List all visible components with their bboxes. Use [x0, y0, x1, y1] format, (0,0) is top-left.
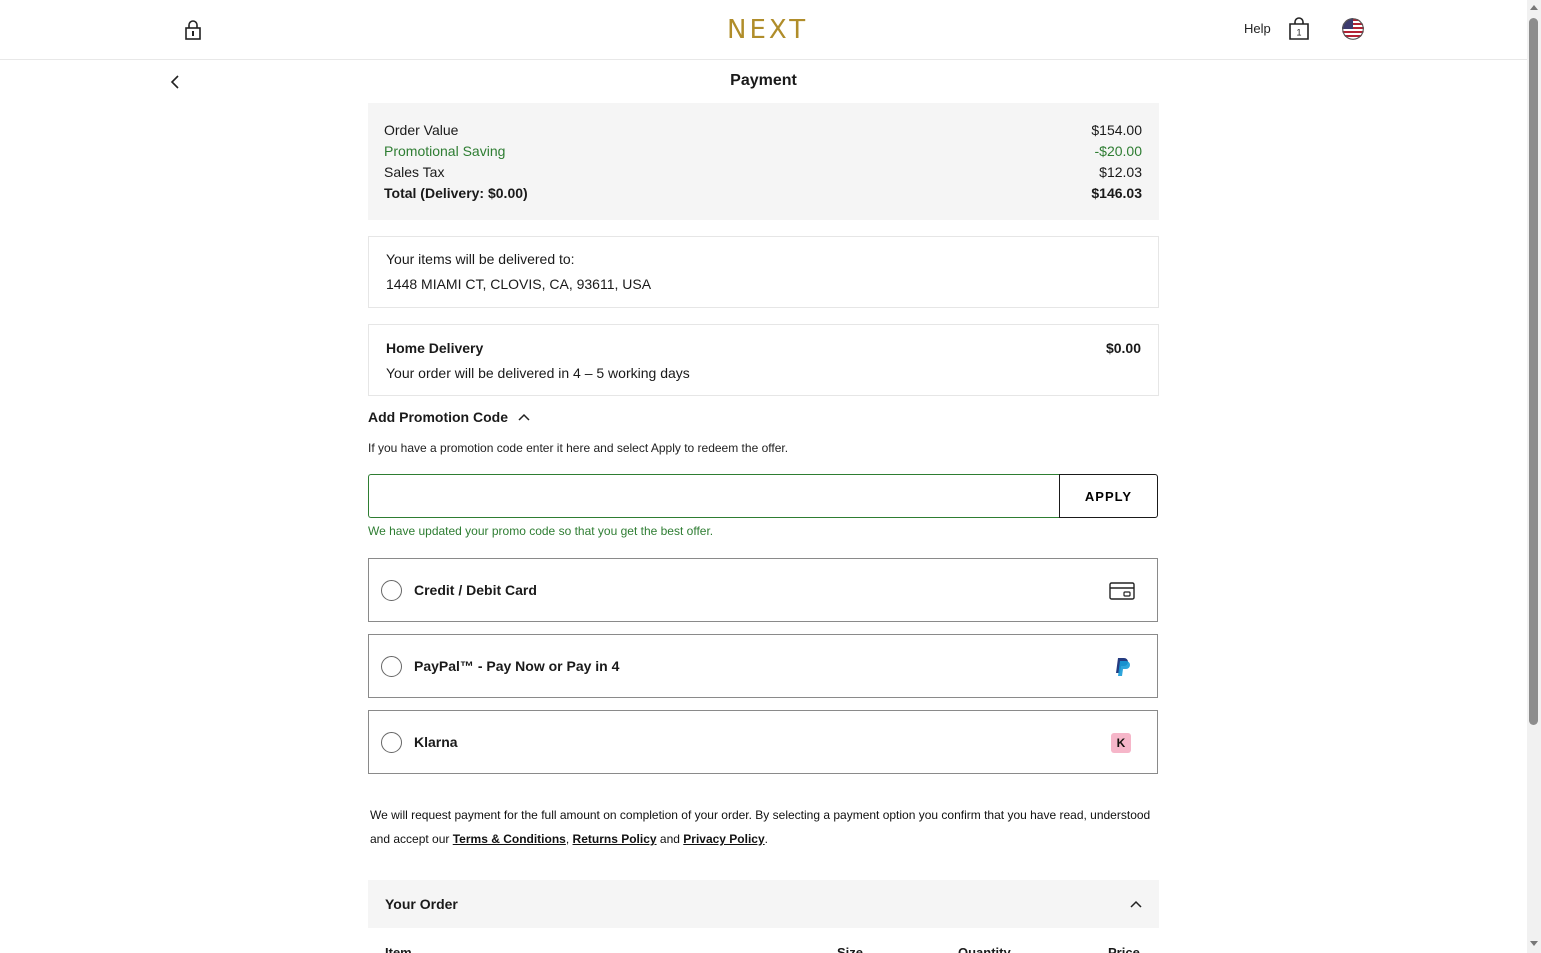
column-header-item: Item	[385, 945, 412, 953]
privacy-policy-link[interactable]: Privacy Policy	[683, 832, 764, 846]
page-title: Payment	[730, 72, 797, 89]
chevron-up-icon	[1130, 900, 1142, 908]
payment-option-klarna[interactable]: Klarna K	[368, 710, 1158, 774]
paypal-radio[interactable]	[381, 656, 402, 677]
promotional-saving-row: Promotional Saving -$20.00	[384, 142, 1142, 163]
page-scrollbar[interactable]	[1527, 0, 1541, 953]
your-order-title: Your Order	[385, 896, 458, 912]
card-radio[interactable]	[381, 580, 402, 601]
paypal-icon	[1116, 658, 1130, 676]
returns-policy-link[interactable]: Returns Policy	[573, 832, 657, 846]
card-option-label: Credit / Debit Card	[414, 582, 537, 598]
payment-option-paypal[interactable]: PayPal™ - Pay Now or Pay in 4	[368, 634, 1158, 698]
promotional-saving-value: -$20.00	[1094, 143, 1142, 159]
legal-end: .	[764, 832, 768, 846]
promotion-toggle-label: Add Promotion Code	[368, 409, 508, 425]
scroll-up-arrow[interactable]	[1530, 5, 1538, 10]
address-line: 1448 MIAMI CT, CLOVIS, CA, 93611, USA	[386, 276, 652, 292]
legal-comma: ,	[565, 832, 573, 846]
delivery-method: Home Delivery	[386, 340, 484, 356]
klarna-icon: K	[1111, 733, 1131, 753]
total-row: Total (Delivery: $0.00) $146.03	[384, 184, 1142, 205]
site-header: NEXT Help 1	[0, 0, 1527, 60]
scroll-down-arrow[interactable]	[1530, 941, 1538, 946]
column-header-quantity: Quantity	[958, 945, 1011, 953]
promotion-info: If you have a promotion code enter it he…	[368, 441, 789, 455]
sales-tax-value: $12.03	[1099, 164, 1142, 180]
sales-tax-row: Sales Tax $12.03	[384, 163, 1142, 184]
payment-option-card[interactable]: Credit / Debit Card	[368, 558, 1158, 622]
order-value-label: Order Value	[384, 122, 459, 138]
sales-tax-label: Sales Tax	[384, 164, 445, 180]
your-order-toggle[interactable]: Your Order	[368, 880, 1159, 928]
total-value: $146.03	[1091, 185, 1142, 201]
order-value: $154.00	[1091, 122, 1142, 138]
klarna-option-label: Klarna	[414, 734, 458, 750]
klarna-radio[interactable]	[381, 732, 402, 753]
delivery-price: $0.00	[1105, 340, 1141, 356]
chevron-up-icon	[518, 413, 530, 421]
column-header-size: Size	[837, 945, 864, 953]
delivery-note: Your order will be delivered in 4 – 5 wo…	[386, 365, 690, 381]
address-heading: Your items will be delivered to:	[386, 251, 575, 267]
paypal-option-label: PayPal™ - Pay Now or Pay in 4	[414, 658, 620, 674]
shopping-bag-icon[interactable]: 1	[1287, 17, 1311, 41]
credit-card-icon	[1109, 582, 1135, 600]
us-flag-icon[interactable]	[1342, 18, 1364, 40]
promo-message: We have updated your promo code so that …	[368, 524, 714, 538]
legal-notice: We will request payment for the full amo…	[370, 803, 1160, 851]
terms-link[interactable]: Terms & Conditions	[453, 832, 566, 846]
delivery-method-box: Home Delivery $0.00 Your order will be d…	[368, 324, 1159, 396]
apply-button[interactable]: APPLY	[1059, 474, 1158, 518]
bag-count: 1	[1296, 28, 1301, 38]
promotional-saving-label: Promotional Saving	[384, 143, 506, 159]
scroll-thumb[interactable]	[1529, 18, 1538, 725]
total-label: Total (Delivery: $0.00)	[384, 185, 528, 201]
lock-icon	[185, 20, 201, 40]
next-logo[interactable]: NEXT	[727, 15, 808, 45]
legal-and: and	[656, 832, 684, 846]
column-header-price: Price	[1108, 945, 1140, 953]
order-value-row: Order Value $154.00	[384, 121, 1142, 142]
delivery-address-box: Your items will be delivered to: 1448 MI…	[368, 236, 1159, 308]
order-summary: Order Value $154.00 Promotional Saving -…	[368, 103, 1159, 220]
promo-code-input[interactable]	[368, 474, 1060, 518]
add-promotion-code-toggle[interactable]: Add Promotion Code	[368, 409, 530, 425]
help-link[interactable]: Help	[1244, 21, 1271, 36]
